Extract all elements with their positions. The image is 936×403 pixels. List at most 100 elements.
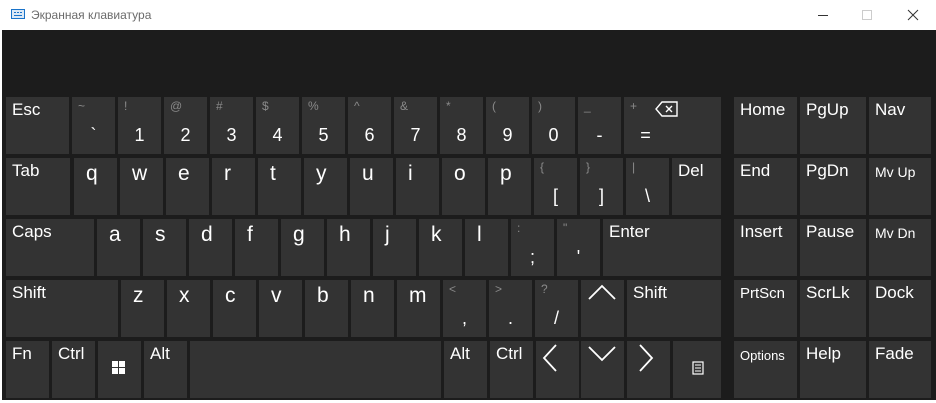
key-arrow-right[interactable] bbox=[627, 341, 670, 398]
key-t[interactable]: t bbox=[258, 158, 301, 215]
key-q[interactable]: q bbox=[74, 158, 117, 215]
key-j[interactable]: j bbox=[373, 219, 416, 276]
key-label: PgUp bbox=[806, 100, 849, 119]
key-s[interactable]: s bbox=[143, 219, 186, 276]
key-tab[interactable]: Tab bbox=[6, 158, 70, 215]
key-label: Mv Up bbox=[875, 164, 916, 180]
key-p[interactable]: p bbox=[488, 158, 531, 215]
key-fn[interactable]: Fn bbox=[6, 341, 49, 398]
key-l[interactable]: l bbox=[465, 219, 508, 276]
key-4[interactable]: $4 bbox=[256, 97, 299, 154]
key-shift-label: $ bbox=[262, 99, 269, 113]
key-v[interactable]: v bbox=[259, 280, 302, 337]
key-ralt[interactable]: Alt bbox=[444, 341, 487, 398]
key-e[interactable]: e bbox=[166, 158, 209, 215]
key-letter: u bbox=[362, 162, 374, 185]
key-period[interactable]: >. bbox=[489, 280, 532, 337]
key-2[interactable]: @2 bbox=[164, 97, 207, 154]
backspace-icon bbox=[655, 101, 678, 117]
key-pgdn[interactable]: PgDn bbox=[800, 158, 866, 215]
key-b[interactable]: b bbox=[305, 280, 348, 337]
key-scrlk[interactable]: ScrLk bbox=[800, 280, 866, 337]
key-r[interactable]: r bbox=[212, 158, 255, 215]
key-c[interactable]: c bbox=[213, 280, 256, 337]
key-space[interactable] bbox=[190, 341, 441, 398]
key-mvup[interactable]: Mv Up bbox=[869, 158, 931, 215]
arrow-left-icon bbox=[542, 344, 557, 372]
key-windows[interactable] bbox=[98, 341, 141, 398]
key-shift-label: % bbox=[308, 99, 319, 113]
key-y[interactable]: y bbox=[304, 158, 347, 215]
key-rshift[interactable]: Shift bbox=[627, 280, 721, 337]
key-fade[interactable]: Fade bbox=[869, 341, 931, 398]
key-minus[interactable]: _ - bbox=[578, 97, 621, 154]
key-o[interactable]: o bbox=[442, 158, 485, 215]
minimize-button[interactable] bbox=[800, 0, 846, 30]
key-n[interactable]: n bbox=[351, 280, 394, 337]
key-del[interactable]: Del bbox=[672, 158, 721, 215]
key-backspace[interactable] bbox=[650, 97, 721, 154]
key-main-label: 3 bbox=[226, 125, 237, 145]
key-8[interactable]: * 8 bbox=[440, 97, 483, 154]
key-backtick[interactable]: ~ ` bbox=[72, 97, 115, 154]
key-z[interactable]: z bbox=[121, 280, 164, 337]
close-button[interactable] bbox=[890, 0, 936, 30]
key-home[interactable]: Home bbox=[734, 97, 797, 154]
key-prtscn[interactable]: PrtScn bbox=[734, 280, 797, 337]
key-help[interactable]: Help bbox=[800, 341, 866, 398]
key-lctrl[interactable]: Ctrl bbox=[52, 341, 95, 398]
key-end[interactable]: End bbox=[734, 158, 797, 215]
key-6[interactable]: ^ 6 bbox=[348, 97, 391, 154]
key-lalt[interactable]: Alt bbox=[144, 341, 187, 398]
key-i[interactable]: i bbox=[396, 158, 439, 215]
key-insert[interactable]: Insert bbox=[734, 219, 797, 276]
key-main-label: \ bbox=[644, 186, 650, 206]
key-5[interactable]: % 5 bbox=[302, 97, 345, 154]
key-main-label: [ bbox=[552, 186, 558, 206]
key-quote[interactable]: " ' bbox=[557, 219, 600, 276]
key-3[interactable]: #3 bbox=[210, 97, 253, 154]
key-backslash[interactable]: | \ bbox=[626, 158, 669, 215]
key-7[interactable]: & 7 bbox=[394, 97, 437, 154]
key-label: Ctrl bbox=[496, 344, 523, 363]
key-arrow-down[interactable] bbox=[581, 341, 624, 398]
key-menu[interactable] bbox=[673, 341, 721, 398]
key-rbracket[interactable]: }] bbox=[580, 158, 623, 215]
key-mvdn[interactable]: Mv Dn bbox=[869, 219, 931, 276]
key-main-label: ` bbox=[90, 125, 97, 145]
key-esc[interactable]: Esc bbox=[6, 97, 69, 154]
key-shift-label: } bbox=[586, 160, 591, 174]
key-h[interactable]: h bbox=[327, 219, 370, 276]
key-comma[interactable]: <, bbox=[443, 280, 486, 337]
key-lbracket[interactable]: {[ bbox=[534, 158, 577, 215]
key-a[interactable]: a bbox=[97, 219, 140, 276]
key-lshift[interactable]: Shift bbox=[6, 280, 118, 337]
key-caps[interactable]: Caps bbox=[6, 219, 94, 276]
key-arrow-left[interactable] bbox=[536, 341, 579, 398]
key-k[interactable]: k bbox=[419, 219, 462, 276]
key-g[interactable]: g bbox=[281, 219, 324, 276]
key-pause[interactable]: Pause bbox=[800, 219, 866, 276]
key-main-label: 7 bbox=[410, 125, 421, 145]
key-x[interactable]: x bbox=[167, 280, 210, 337]
key-9[interactable]: (9 bbox=[486, 97, 529, 154]
key-navk[interactable]: Nav bbox=[869, 97, 931, 154]
key-d[interactable]: d bbox=[189, 219, 232, 276]
key-rctrl[interactable]: Ctrl bbox=[490, 341, 533, 398]
key-pgup[interactable]: PgUp bbox=[800, 97, 866, 154]
arrow-right-icon bbox=[639, 344, 654, 372]
key-label: Enter bbox=[609, 222, 650, 241]
key-options[interactable]: Options bbox=[734, 341, 797, 398]
key-slash[interactable]: ? / bbox=[535, 280, 578, 337]
key-enter[interactable]: Enter bbox=[603, 219, 721, 276]
key-semicolon[interactable]: :; bbox=[511, 219, 554, 276]
key-u[interactable]: u bbox=[350, 158, 393, 215]
key-m[interactable]: m bbox=[397, 280, 440, 337]
key-dock[interactable]: Dock bbox=[869, 280, 931, 337]
key-w[interactable]: w bbox=[120, 158, 163, 215]
key-1[interactable]: ! 1 bbox=[118, 97, 161, 154]
maximize-button[interactable] bbox=[844, 0, 890, 30]
key-f[interactable]: f bbox=[235, 219, 278, 276]
key-0[interactable]: ) 0 bbox=[532, 97, 575, 154]
key-arrow-up[interactable] bbox=[581, 280, 624, 337]
